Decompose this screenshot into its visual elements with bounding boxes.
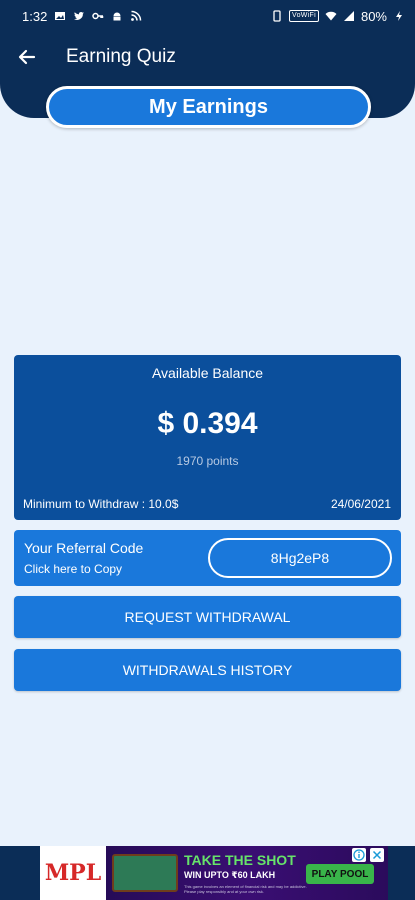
referral-title: Your Referral Code [24,540,144,556]
available-balance-label: Available Balance [151,365,264,381]
back-button[interactable] [14,44,40,70]
referral-card[interactable]: Your Referral Code Click here to Copy 8H… [14,530,401,586]
close-icon [372,850,382,860]
balance-date: 24/06/2021 [330,497,391,511]
arrow-left-icon [18,49,36,65]
my-earnings-pill: My Earnings [46,86,371,128]
wifi-icon [325,11,337,21]
status-time: 1:32 [22,8,48,24]
withdrawals-history-button[interactable]: WITHDRAWALS HISTORY [14,649,401,691]
battery-percent: 80% [360,8,387,24]
rss-icon [131,10,142,21]
ad-creative[interactable]: MPL TAKE THE SHOT WIN UPTO ₹60 LAKH This… [40,846,388,900]
android-icon [113,12,121,21]
ad-info-icon[interactable] [352,848,366,862]
copy-hint: Click here to Copy [24,562,123,576]
pool-table-image [112,854,178,892]
vowifi-badge: VoWiFi [288,10,319,22]
charging-icon [396,11,402,21]
page-title: Earning Quiz [66,46,176,67]
phone-icon [273,10,281,22]
balance-card: Available Balance $ 0.394 1970 points Mi… [14,355,401,520]
minimum-withdraw-text: Minimum to Withdraw : 10.0$ [23,497,179,511]
balance-points: 1970 points [176,454,239,468]
balance-amount: $ 0.394 [157,407,258,440]
referral-code[interactable]: 8Hg2eP8 [208,538,392,578]
ad-brand-logo: MPL [40,846,106,900]
request-withdrawal-button[interactable]: REQUEST WITHDRAWAL [14,596,401,638]
ad-cta-button[interactable]: PLAY POOL [306,864,374,884]
key-icon [92,12,104,20]
info-icon [353,849,365,861]
status-bar: 1:32 VoWiFi 80% [0,0,415,32]
ad-banner: MPL TAKE THE SHOT WIN UPTO ₹60 LAKH This… [0,846,415,900]
signal-icon [343,11,354,21]
gallery-icon [55,12,66,20]
ad-close-icon[interactable] [370,848,384,862]
ad-fine-print: This game involves an element of financi… [184,884,307,894]
ad-subline: WIN UPTO ₹60 LAKH [184,870,276,880]
twitter-icon [74,11,85,20]
ad-headline: TAKE THE SHOT [184,852,296,868]
